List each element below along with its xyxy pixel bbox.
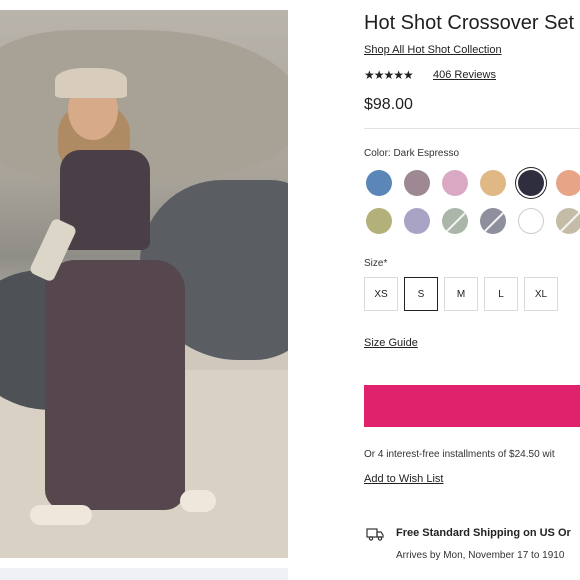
color-swatch-sage[interactable] xyxy=(442,208,468,234)
color-swatch-white[interactable] xyxy=(518,208,544,234)
truck-icon xyxy=(366,528,384,541)
color-swatch-slate[interactable] xyxy=(480,208,506,234)
color-swatch-khaki[interactable] xyxy=(556,208,580,234)
installments-text: Or 4 interest-free installments of $24.5… xyxy=(364,449,555,460)
divider xyxy=(364,128,580,129)
size-label: Size* xyxy=(364,258,388,269)
color-swatch-pink-tie-dye[interactable] xyxy=(442,170,468,196)
color-swatch-mauve[interactable] xyxy=(404,170,430,196)
product-photo[interactable] xyxy=(0,10,288,558)
add-to-bag-button[interactable] xyxy=(364,385,580,427)
size-option-xs[interactable]: XS xyxy=(364,277,398,311)
color-label: Color: Dark Espresso xyxy=(364,148,460,159)
rating-stars: ★★★★★ xyxy=(364,68,414,82)
product-price: $98.00 xyxy=(364,96,413,113)
size-option-xl[interactable]: XL xyxy=(524,277,558,311)
add-to-wishlist-link[interactable]: Add to Wish List xyxy=(364,473,443,485)
shipping-arrival: Arrives by Mon, November 17 to 1910 xyxy=(396,550,565,561)
photo-pants xyxy=(45,260,185,510)
product-title: Hot Shot Crossover Set xyxy=(364,12,575,34)
photo-sandal xyxy=(180,490,216,512)
photo-bucket-hat xyxy=(55,68,127,98)
color-swatch-blue-tie-dye[interactable] xyxy=(366,170,392,196)
color-swatch-lavender[interactable] xyxy=(404,208,430,234)
photo-sandal xyxy=(30,505,92,525)
color-swatch-peach[interactable] xyxy=(556,170,580,196)
size-option-l[interactable]: L xyxy=(484,277,518,311)
size-guide-link[interactable]: Size Guide xyxy=(364,337,418,349)
collection-link[interactable]: Shop All Hot Shot Collection xyxy=(364,44,502,56)
shipping-title: Free Standard Shipping on US Or xyxy=(396,527,571,539)
size-option-m[interactable]: M xyxy=(444,277,478,311)
reviews-link[interactable]: 406 Reviews xyxy=(433,69,496,81)
color-swatch-olive[interactable] xyxy=(366,208,392,234)
color-swatch-dark-espresso[interactable] xyxy=(518,170,544,196)
size-option-s[interactable]: S xyxy=(404,277,438,311)
next-thumbnail-strip xyxy=(0,568,288,580)
color-swatch-tan[interactable] xyxy=(480,170,506,196)
